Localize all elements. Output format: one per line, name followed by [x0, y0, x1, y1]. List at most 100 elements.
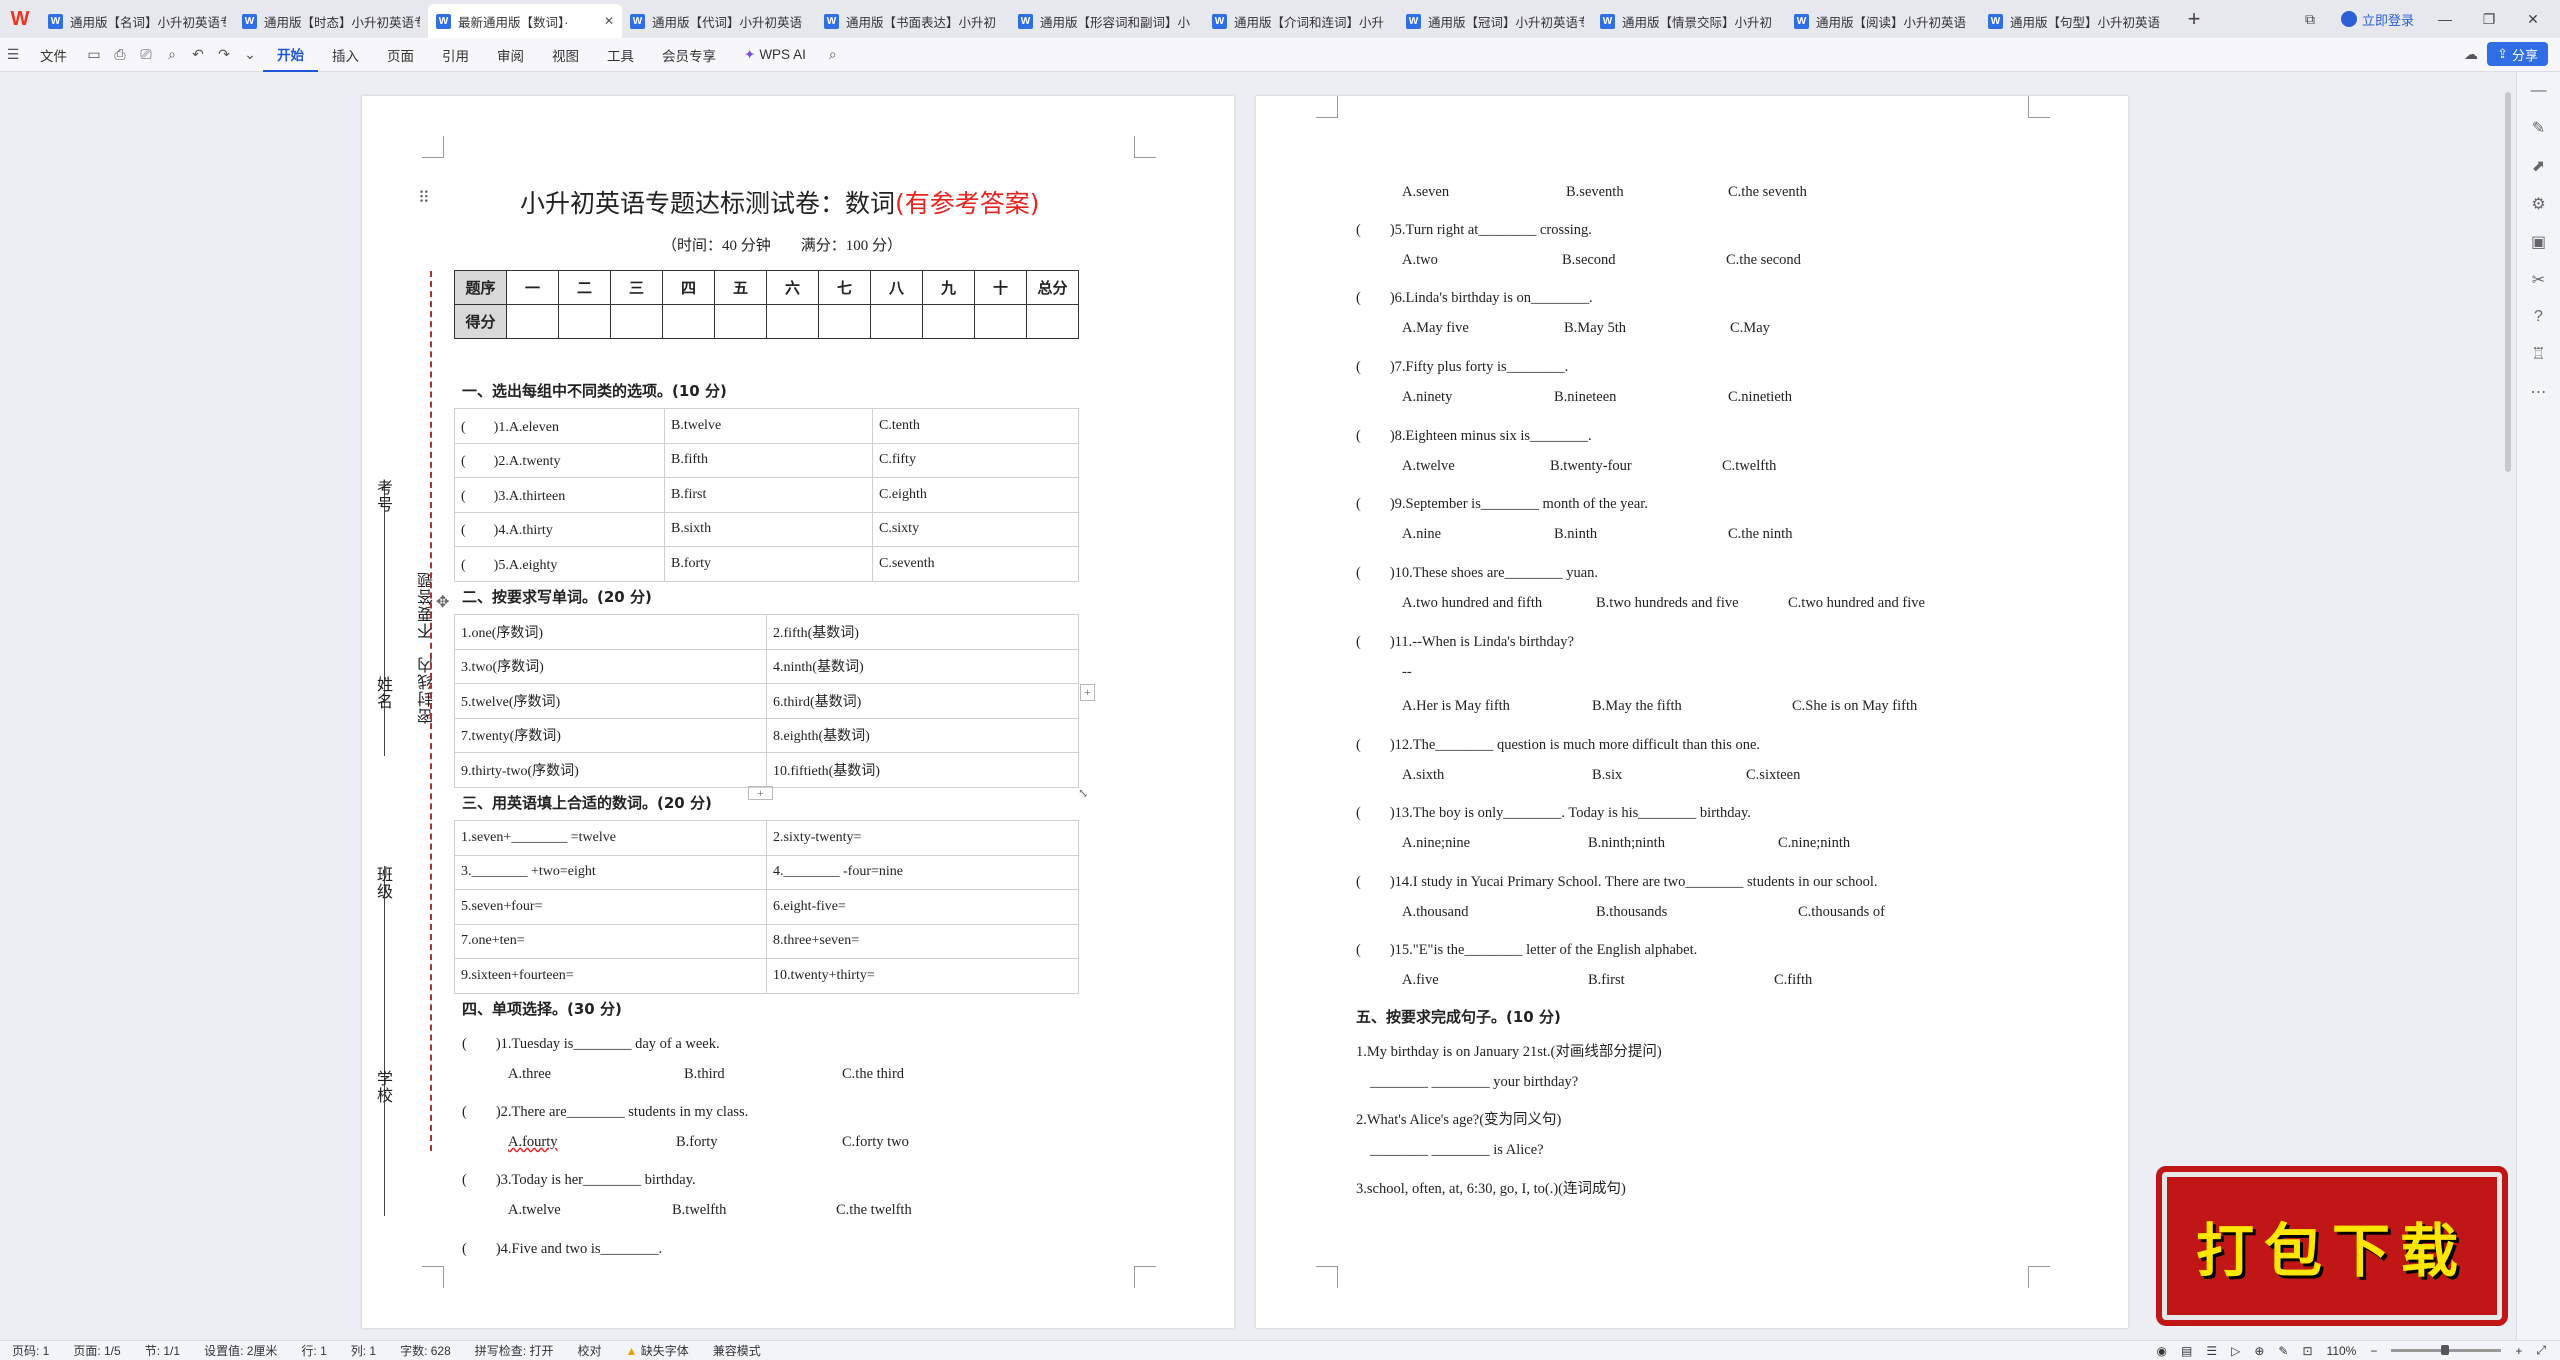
doc-tab[interactable]: W 通用版【介词和连词】小升 — [1204, 4, 1398, 38]
print-icon[interactable]: ⎚ — [133, 46, 159, 63]
select-icon[interactable]: ⬈ — [2532, 156, 2545, 176]
more-icon[interactable]: ⋯ — [2531, 382, 2547, 402]
doc-tab[interactable]: W 通用版【时态】小升初英语专 — [234, 4, 428, 38]
doc-tab[interactable]: W 通用版【情景交际】小升初 — [1592, 4, 1786, 38]
word-doc-icon: W — [1600, 13, 1615, 29]
drag-handle-icon[interactable]: ⠿ — [418, 188, 430, 208]
tools-icon[interactable]: ✂ — [2532, 270, 2545, 290]
outline-view-icon[interactable]: ☰ — [2206, 1344, 2217, 1358]
print-preview-icon[interactable]: ⌕ — [159, 46, 185, 63]
wps-ai-button[interactable]: ✦ WPS AI — [730, 38, 820, 72]
status-setting[interactable]: 设置值: 2厘米 — [192, 1342, 289, 1359]
tab-view[interactable]: 视图 — [538, 38, 593, 72]
doc-tab[interactable]: W 通用版【代词】小升初英语 — [622, 4, 816, 38]
status-spell[interactable]: 拼写检查: 打开 — [463, 1342, 566, 1359]
score-cell[interactable] — [974, 304, 1027, 339]
undo-icon[interactable]: ↶ — [185, 46, 211, 63]
window-icon[interactable]: ⧉ — [2297, 11, 2323, 28]
score-cell[interactable] — [818, 304, 871, 339]
score-cell[interactable] — [662, 304, 715, 339]
tab-home[interactable]: 开始 — [263, 38, 318, 72]
resize-table-icon[interactable]: ⤡ — [1078, 786, 1088, 801]
image-icon[interactable]: ▣ — [2531, 232, 2546, 252]
document-page-1[interactable]: ⠿ 小升初英语专题达标测试卷：数词(有参考答案) （时间：40 分钟 满分：10… — [362, 96, 1234, 1328]
score-cell[interactable] — [610, 304, 663, 339]
search-icon[interactable]: ⌕ — [820, 46, 846, 63]
tab-page[interactable]: 页面 — [373, 38, 428, 72]
share-button[interactable]: ⇪ 分享 — [2487, 42, 2548, 66]
tab-tools[interactable]: 工具 — [593, 38, 648, 72]
restore-icon[interactable]: ❐ — [2476, 11, 2502, 28]
edit-icon[interactable]: ✎ — [2278, 1344, 2288, 1358]
status-row[interactable]: 行: 1 — [289, 1342, 338, 1359]
shirt-icon[interactable]: ♖ — [2531, 344, 2545, 364]
tab-member[interactable]: 会员专享 — [648, 38, 730, 72]
web-view-icon[interactable]: ⊕ — [2254, 1344, 2264, 1358]
tab-reference[interactable]: 引用 — [428, 38, 483, 72]
zoom-out-icon[interactable]: − — [2370, 1344, 2377, 1358]
add-row-icon[interactable]: + — [748, 786, 773, 800]
minimize-icon[interactable]: — — [2432, 11, 2458, 27]
menu-icon[interactable]: ☰ — [0, 46, 26, 63]
export-pdf-icon[interactable]: ⎙ — [107, 46, 133, 63]
status-page[interactable]: 页码: 1 — [0, 1342, 61, 1359]
close-icon[interactable]: ✕ — [604, 14, 614, 28]
score-cell[interactable] — [922, 304, 975, 339]
score-cell[interactable] — [870, 304, 923, 339]
zoom-slider-knob[interactable] — [2441, 1345, 2450, 1355]
login-button[interactable]: 立即登录 — [2340, 10, 2414, 29]
doc-tab[interactable]: W 通用版【阅读】小升初英语 — [1786, 4, 1980, 38]
zoom-slider[interactable] — [2391, 1345, 2502, 1355]
tab-insert[interactable]: 插入 — [318, 38, 373, 72]
doc-tab[interactable]: W 通用版【句型】小升初英语 — [1980, 4, 2174, 38]
table-move-icon[interactable]: ✥ — [436, 592, 449, 612]
status-section[interactable]: 节: 1/1 — [133, 1342, 192, 1359]
zoom-in-icon[interactable]: + — [2515, 1344, 2522, 1358]
pen-icon[interactable]: ✎ — [2532, 118, 2545, 138]
score-cell[interactable] — [558, 304, 611, 339]
play-icon[interactable]: ▷ — [2231, 1344, 2240, 1358]
status-proof[interactable]: 校对 — [565, 1342, 613, 1359]
file-menu[interactable]: 文件 — [26, 38, 81, 72]
score-cell[interactable] — [714, 304, 767, 339]
score-cell: 二 — [558, 270, 611, 305]
table-cell: B.fifth — [664, 442, 873, 478]
redo-icon[interactable]: ↷ — [211, 46, 237, 63]
settings-icon[interactable]: ⚙ — [2531, 194, 2545, 214]
wps-logo-icon[interactable]: W — [0, 0, 40, 38]
status-col[interactable]: 列: 1 — [339, 1342, 388, 1359]
option: C.the third — [842, 1066, 905, 1082]
cloud-icon[interactable]: ☁ — [2458, 46, 2484, 63]
score-cell[interactable] — [506, 304, 559, 339]
fit-icon[interactable]: ⊡ — [2302, 1344, 2312, 1358]
doc-tab[interactable]: W 通用版【形容词和副词】小 — [1010, 4, 1204, 38]
add-column-icon[interactable]: + — [1080, 684, 1095, 701]
close-window-icon[interactable]: ✕ — [2520, 11, 2546, 28]
download-banner[interactable]: 打包下载 — [2156, 1166, 2508, 1326]
tab-review[interactable]: 审阅 — [483, 38, 538, 72]
chevron-down-icon[interactable]: ⌄ — [237, 46, 263, 63]
doc-tab-active[interactable]: W 最新通用版【数词】· ✕ — [428, 4, 622, 38]
status-pages[interactable]: 页面: 1/5 — [61, 1342, 132, 1359]
login-label: 立即登录 — [2361, 12, 2414, 28]
doc-tab[interactable]: W 通用版【冠词】小升初英语专 — [1398, 4, 1592, 38]
option: A.ninety — [1402, 389, 1453, 405]
collapse-icon[interactable]: — — [2531, 82, 2547, 100]
new-tab-icon[interactable]: + — [2174, 2, 2214, 36]
status-words[interactable]: 字数: 628 — [388, 1342, 463, 1359]
score-cell[interactable] — [1026, 304, 1079, 339]
zoom-level[interactable]: 110% — [2327, 1344, 2357, 1358]
doc-tab[interactable]: W 通用版【书面表达】小升初 — [816, 4, 1010, 38]
save-icon[interactable]: ▭ — [81, 46, 107, 63]
doc-tab[interactable]: W 通用版【名词】小升初英语专 — [40, 4, 234, 38]
option: C.the seventh — [1728, 184, 1807, 200]
page-view-icon[interactable]: ▤ — [2181, 1344, 2192, 1358]
eye-icon[interactable]: ◉ — [2157, 1344, 2167, 1358]
scroll-thumb[interactable] — [2505, 92, 2511, 472]
score-cell[interactable] — [766, 304, 819, 339]
help-icon[interactable]: ? — [2534, 308, 2543, 326]
document-page-2[interactable]: A.seven B.seventh C.the seventh ( )5.Tur… — [1256, 96, 2128, 1328]
vertical-scrollbar[interactable] — [2504, 72, 2512, 1340]
fullscreen-icon[interactable]: ⤢ — [2536, 1343, 2546, 1358]
status-missing-font[interactable]: ▲ 缺失字体 — [613, 1342, 700, 1359]
